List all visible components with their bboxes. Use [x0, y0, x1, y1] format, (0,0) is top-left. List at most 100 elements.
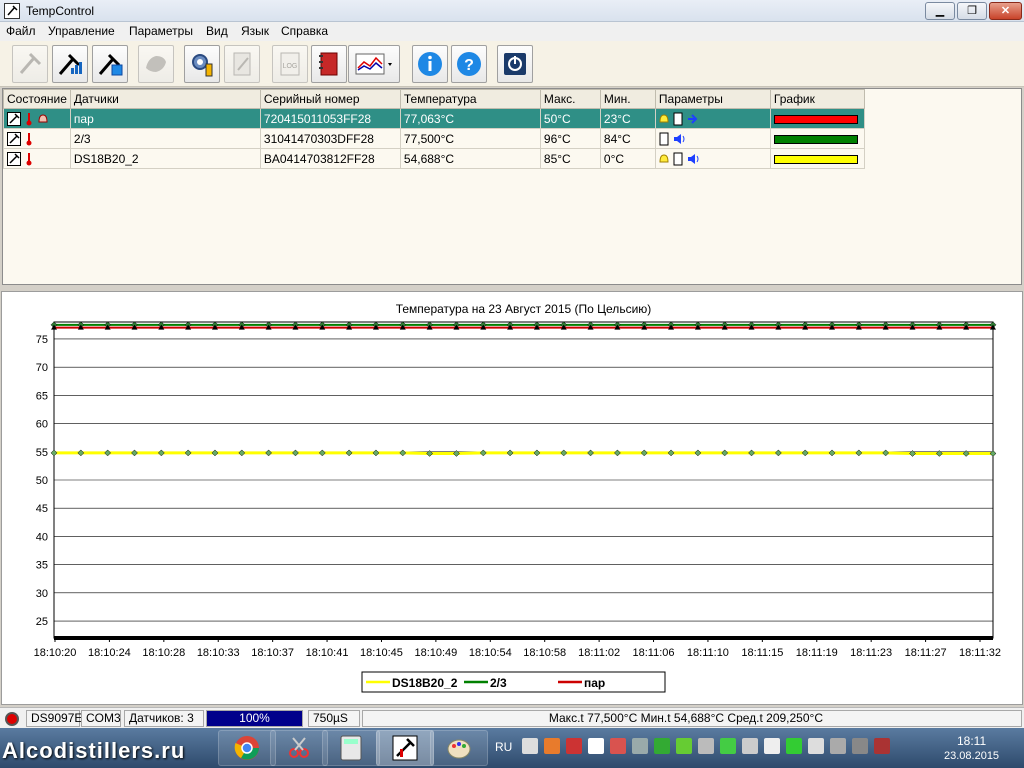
x-tick-label: 18:10:45 — [360, 647, 403, 659]
status-device: DS9097E — [26, 710, 82, 727]
y-tick-label: 65 — [36, 390, 48, 402]
help-button[interactable]: ? — [451, 45, 487, 83]
taskbar-chrome[interactable] — [218, 730, 276, 766]
status-port: COM3 — [81, 710, 121, 727]
tray-icon[interactable] — [522, 738, 538, 754]
y-tick-label: 25 — [36, 616, 48, 628]
menu-view[interactable]: Вид — [206, 24, 228, 38]
menu-parameters[interactable]: Параметры — [129, 24, 193, 38]
info-icon — [418, 52, 442, 76]
taskbar-paint[interactable] — [430, 730, 488, 766]
sensor-table-panel: Состояние Датчики Серийный номер Темпера… — [2, 88, 1022, 285]
info-button[interactable] — [412, 45, 448, 83]
sensor-settings-button[interactable] — [92, 45, 128, 83]
taskbar-calculator[interactable] — [322, 730, 380, 766]
y-tick-label: 55 — [36, 447, 48, 459]
chart-title: Температура на 23 Август 2015 (По Цельси… — [396, 302, 652, 316]
table-row[interactable]: DS18B20_2 BA0414703812FF28 54,688°C 85°C… — [3, 148, 865, 169]
sensor-min: 84°C — [599, 128, 656, 149]
sensor-table: Состояние Датчики Серийный номер Темпера… — [3, 89, 865, 169]
x-tick-label: 18:11:10 — [687, 647, 729, 659]
phone-icon — [673, 152, 683, 165]
tray-icon[interactable] — [632, 738, 648, 754]
phone-icon — [659, 132, 669, 145]
tray-icon[interactable] — [742, 738, 758, 754]
edit-document-icon — [233, 52, 251, 76]
col-serial[interactable]: Серийный номер — [259, 89, 401, 109]
menu-control[interactable]: Управление — [48, 24, 115, 38]
table-row[interactable]: пар 720415011053FF28 77,063°C 50°C 23°C — [3, 108, 865, 129]
col-params[interactable]: Параметры — [654, 89, 771, 109]
series-line — [54, 451, 993, 455]
maximize-button[interactable]: ❐ — [957, 2, 987, 20]
table-row[interactable]: 2/3 31041470303DFF28 77,500°C 96°C 84°C — [3, 128, 865, 149]
sensor-signal-button[interactable] — [52, 45, 88, 83]
y-tick-label: 35 — [36, 560, 48, 572]
y-tick-label: 75 — [36, 334, 48, 346]
phone-icon — [673, 112, 683, 125]
menu-file[interactable]: Файл — [6, 24, 36, 38]
col-min[interactable]: Мин. — [599, 89, 656, 109]
sensor-max: 85°C — [539, 148, 601, 169]
close-button[interactable]: ✕ — [989, 2, 1022, 20]
edit-button[interactable] — [224, 45, 260, 83]
tray-icon[interactable] — [698, 738, 714, 754]
x-tick-label: 18:10:49 — [414, 647, 457, 659]
col-sensors[interactable]: Датчики — [69, 89, 261, 109]
menu-language[interactable]: Язык — [241, 24, 269, 38]
col-max[interactable]: Макс. — [539, 89, 601, 109]
log-label: LOG — [283, 63, 298, 70]
watermark: Alcodistillers.ru — [2, 738, 186, 763]
clock-time[interactable]: 18:11 — [957, 734, 986, 748]
sensor-probe-icon — [19, 52, 42, 74]
tray-icon[interactable] — [588, 738, 604, 754]
sensor-temp: 77,063°C — [399, 108, 541, 129]
map-button[interactable] — [138, 45, 174, 83]
tray-icon[interactable] — [720, 738, 736, 754]
y-tick-label: 50 — [36, 475, 48, 487]
tray-icon[interactable] — [830, 738, 846, 754]
bell-icon — [659, 153, 669, 162]
x-tick-label: 18:11:15 — [741, 647, 783, 659]
sensor-probe-button[interactable] — [12, 45, 48, 83]
graph-color-swatch[interactable] — [773, 114, 858, 124]
calculator-icon — [340, 735, 362, 761]
clock-date[interactable]: 23.08.2015 — [944, 750, 999, 762]
col-graph[interactable]: График — [769, 89, 865, 109]
tray-icon[interactable] — [764, 738, 780, 754]
legend-label: 2/3 — [490, 676, 507, 690]
y-tick-label: 60 — [36, 419, 48, 431]
col-state[interactable]: Состояние — [3, 89, 71, 109]
tray-icon[interactable] — [544, 738, 560, 754]
toolbar: LOG ? — [0, 41, 1024, 87]
tray-icon[interactable] — [654, 738, 670, 754]
tray-icon[interactable] — [808, 738, 824, 754]
log-button[interactable]: LOG — [272, 45, 308, 83]
thermometer-icon — [26, 132, 32, 145]
minimize-button[interactable]: ▁ — [925, 2, 955, 20]
temperature-chart: Температура на 23 Август 2015 (По Цельси… — [34, 302, 1001, 693]
alarm-bell-icon — [38, 113, 48, 122]
taskbar-app-2[interactable] — [270, 730, 328, 766]
menu-help[interactable]: Справка — [281, 24, 328, 38]
tray-icon[interactable] — [610, 738, 626, 754]
sensor-name: DS18B20_2 — [69, 148, 261, 169]
col-temperature[interactable]: Температура — [399, 89, 541, 109]
graph-color-swatch[interactable] — [773, 134, 858, 144]
record-icon[interactable] — [5, 712, 19, 726]
tray-icon[interactable] — [874, 738, 890, 754]
sensor-signal-icon — [58, 53, 82, 75]
tray-icon[interactable] — [566, 738, 582, 754]
chart-dropdown-button[interactable] — [348, 45, 400, 83]
tray-icon[interactable] — [676, 738, 692, 754]
x-tick-label: 18:10:37 — [251, 647, 294, 659]
tray-icon[interactable] — [786, 738, 802, 754]
notebook-button[interactable] — [311, 45, 347, 83]
taskbar-tempcontrol[interactable] — [376, 730, 434, 766]
tray-icon[interactable] — [852, 738, 868, 754]
settings-button[interactable] — [184, 45, 220, 83]
title-bar: TempControl ▁ ❐ ✕ — [0, 0, 1024, 22]
power-button[interactable] — [497, 45, 533, 83]
language-indicator[interactable]: RU — [495, 740, 512, 754]
graph-color-swatch[interactable] — [773, 154, 858, 164]
